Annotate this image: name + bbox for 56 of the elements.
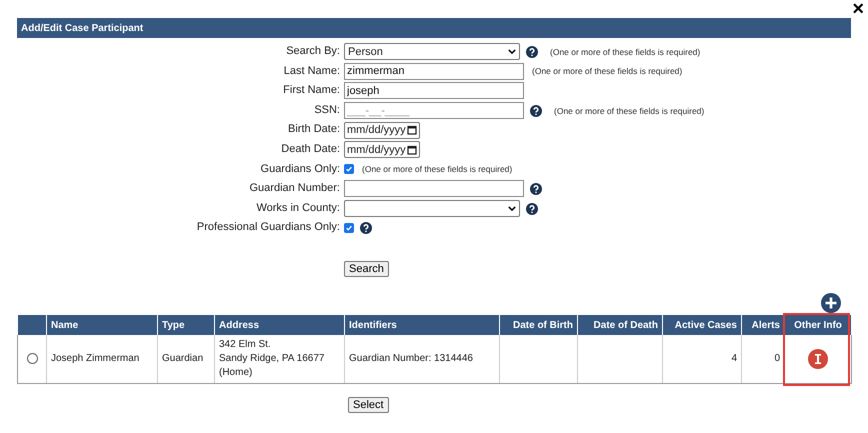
help-icon[interactable] xyxy=(526,46,538,58)
text-field[interactable]: zimmerman xyxy=(344,62,524,80)
chevron-down-icon xyxy=(508,206,516,212)
add-icon[interactable] xyxy=(821,293,841,314)
field-label: Birth Date: xyxy=(287,122,341,138)
checkbox[interactable] xyxy=(344,223,354,234)
column-header: Alerts xyxy=(742,315,784,336)
field-label: Works in County: xyxy=(255,200,341,216)
column-header: Active Cases xyxy=(662,315,742,336)
dialog-title: Add/Edit Case Participant xyxy=(21,22,144,34)
field-label: Guardian Number: xyxy=(248,181,341,196)
chevron-down-icon xyxy=(508,49,516,54)
help-icon[interactable] xyxy=(360,222,372,234)
row-radio[interactable] xyxy=(26,352,38,364)
table-cell: 4 xyxy=(662,335,742,384)
date-field[interactable]: mm/dd/yyyy xyxy=(344,122,420,139)
table-cell: Guardian xyxy=(158,335,214,384)
text-field[interactable]: joseph xyxy=(344,82,524,100)
column-header: Date of Death xyxy=(578,315,662,336)
column-header: Other Info xyxy=(784,315,852,336)
column-header: Identifiers xyxy=(344,315,500,336)
field-label: Death Date: xyxy=(280,142,341,157)
calendar-icon[interactable] xyxy=(407,125,417,136)
field-label: SSN: xyxy=(313,102,341,118)
table-cell: Guardian Number: 1314446 xyxy=(344,335,500,384)
help-icon[interactable] xyxy=(530,182,542,195)
column-header: Date of Birth xyxy=(500,315,578,336)
address-cell: 342 Elm St. Sandy Ridge, PA 16677 (Home) xyxy=(214,335,344,384)
text-field[interactable] xyxy=(344,180,524,198)
field-label: Guardians Only: xyxy=(260,162,341,177)
required-note: (One or more of these fields is required) xyxy=(532,66,682,76)
text-field[interactable]: ___-__-____ xyxy=(344,102,524,120)
checkbox[interactable] xyxy=(344,164,354,174)
info-icon[interactable] xyxy=(808,349,828,370)
help-icon[interactable] xyxy=(526,202,538,215)
select-button[interactable]: Select xyxy=(348,397,389,414)
date-field[interactable]: mm/dd/yyyy xyxy=(344,141,420,158)
field-label: Search By: xyxy=(285,44,341,59)
field-label: Professional Guardians Only: xyxy=(196,220,341,236)
calendar-icon[interactable] xyxy=(407,144,417,155)
field-label: First Name: xyxy=(282,83,341,98)
select-field[interactable]: Person xyxy=(344,43,520,60)
help-icon[interactable] xyxy=(530,104,542,117)
required-note: (One or more of these fields is required) xyxy=(362,164,512,174)
table-cell: 0 xyxy=(742,335,784,384)
select-field[interactable] xyxy=(344,200,520,218)
required-note: (One or more of these fields is required) xyxy=(550,46,700,57)
column-header: Address xyxy=(214,315,344,336)
field-label: Last Name: xyxy=(282,64,341,79)
close-button[interactable]: × xyxy=(852,0,864,18)
select-value: Person xyxy=(348,46,383,58)
required-note: (One or more of these fields is required) xyxy=(554,106,704,116)
search-button[interactable]: Search xyxy=(344,261,389,278)
table-cell: Joseph Zimmerman xyxy=(46,335,158,384)
column-header: Type xyxy=(158,315,214,336)
column-header: Name xyxy=(46,315,158,336)
